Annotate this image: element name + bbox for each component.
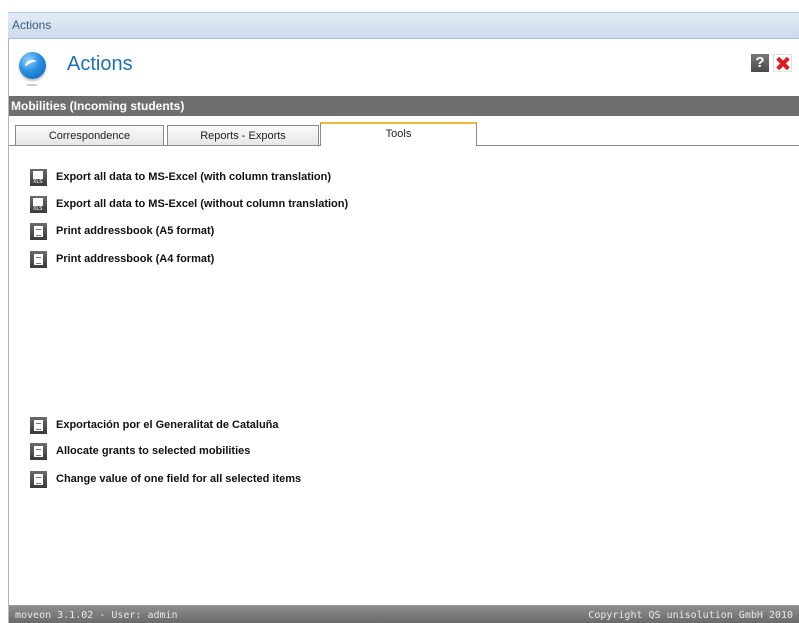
status-version-user: moveon 3.1.02 - User: admin: [15, 610, 178, 621]
action-allocate-grants[interactable]: Allocate grants to selected mobilities: [30, 442, 250, 460]
action-print-addressbook-a4[interactable]: Print addressbook (A4 format): [30, 250, 214, 268]
section-title: Mobilities (Incoming students): [9, 96, 799, 116]
window-titlebar: Actions: [8, 12, 799, 39]
logo-shadow: [26, 84, 38, 86]
action-export-excel-with-translation[interactable]: XLS Export all data to MS-Excel (with co…: [30, 168, 331, 186]
tab-correspondence[interactable]: Correspondence: [15, 125, 164, 145]
tab-reports-exports[interactable]: Reports - Exports: [167, 125, 319, 145]
tab-tools[interactable]: Tools: [320, 122, 477, 146]
header: Actions ?: [9, 40, 799, 96]
document-icon: [30, 416, 47, 434]
action-label: Exportación por el Generalitat de Catalu…: [56, 419, 279, 431]
action-label: Export all data to MS-Excel (without col…: [56, 198, 349, 210]
app-logo-icon: [19, 52, 46, 79]
document-icon: [30, 470, 47, 488]
document-icon: [30, 442, 47, 460]
status-bar: moveon 3.1.02 - User: admin Copyright QS…: [9, 605, 799, 623]
document-icon: [30, 250, 47, 268]
action-export-excel-without-translation[interactable]: XLS Export all data to MS-Excel (without…: [30, 195, 348, 213]
help-button[interactable]: ?: [751, 54, 769, 72]
page-title: Actions: [67, 53, 133, 75]
status-copyright: Copyright QS unisolution GmbH 2010: [588, 610, 793, 621]
action-print-addressbook-a5[interactable]: Print addressbook (A5 format): [30, 222, 214, 240]
window-title: Actions: [12, 18, 52, 32]
action-label: Change value of one field for all select…: [56, 473, 302, 485]
excel-export-icon: XLS: [30, 168, 47, 186]
action-label: Allocate grants to selected mobilities: [56, 445, 251, 457]
action-export-generalitat-cataluna[interactable]: Exportación por el Generalitat de Catalu…: [30, 416, 279, 434]
action-label: Print addressbook (A4 format): [56, 253, 215, 265]
close-button[interactable]: [773, 54, 792, 72]
excel-export-icon: XLS: [30, 195, 47, 213]
action-label: Print addressbook (A5 format): [56, 225, 215, 237]
action-change-field-value[interactable]: Change value of one field for all select…: [30, 470, 301, 488]
document-icon: [30, 222, 47, 240]
action-label: Export all data to MS-Excel (with column…: [56, 171, 332, 183]
